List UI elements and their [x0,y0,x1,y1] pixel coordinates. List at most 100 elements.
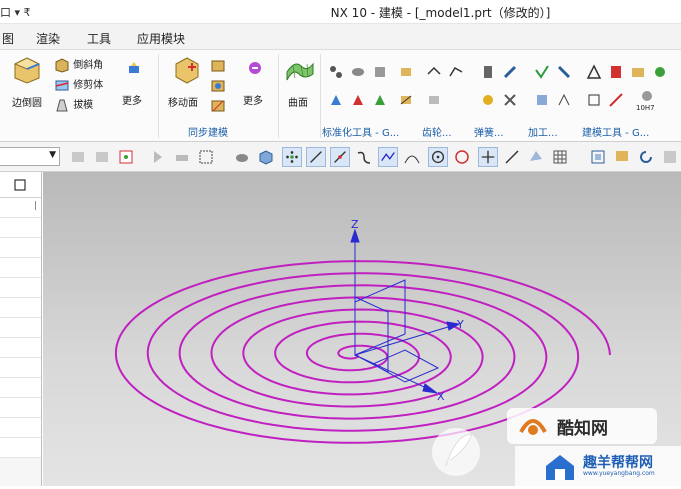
more-button-1[interactable]: 更多 [118,56,150,116]
quadrant-icon[interactable] [452,147,472,167]
std-tool-icon-8[interactable] [398,92,414,108]
grid-icon[interactable] [550,147,570,167]
machining-icon-3[interactable] [534,92,550,108]
cube-view-icon[interactable] [256,147,276,167]
move-face-button[interactable]: 移动面 [164,54,210,118]
draft-icon [56,99,68,112]
trim-body-icon [55,80,69,91]
machining-icon-1[interactable] [534,64,550,80]
group-sync-label: 同步建模 [188,128,228,139]
edge-blend-button[interactable]: 边倒圆 [8,54,48,114]
navigator-row[interactable]: | [0,198,41,218]
navigator-row[interactable] [0,218,41,238]
spring-icon-3[interactable] [480,92,496,108]
gear-icon-2[interactable] [448,64,464,80]
trim-body-button[interactable]: 修剪体 [54,76,103,93]
zoom-icon[interactable] [612,147,632,167]
tiny-label: 10H7 [636,104,655,112]
curve-point-icon[interactable] [354,147,374,167]
chamfer-button[interactable]: 倒斜角 [54,56,103,73]
navigator-row[interactable] [0,398,41,418]
mid-point-icon[interactable] [330,147,350,167]
sync-tool-icon-1[interactable] [210,58,226,74]
snap-icon[interactable] [116,147,136,167]
kuzhi-logo-icon [519,419,547,435]
edge-blend-icon [13,57,41,84]
snap-point-icon[interactable] [282,147,302,167]
surface-button[interactable]: 曲面 [282,54,318,118]
maximize-icon[interactable] [14,179,26,191]
group-gear-label: 齿轮... [422,128,452,139]
end-point-icon[interactable] [306,147,326,167]
menu-item-view[interactable]: 图 [2,30,14,47]
draft-button[interactable]: 拔模 [54,96,93,113]
intersection-icon[interactable] [378,147,398,167]
edge-blend-label: 边倒圆 [12,98,42,109]
navigator-row[interactable] [0,318,41,338]
std-tool-icon-6[interactable] [372,92,388,108]
spring-icon-4[interactable] [502,92,518,108]
x-axis-label: X [437,390,445,403]
spring-icon-2[interactable] [502,64,518,80]
sync-tool-icon-2[interactable] [210,78,226,94]
arc-center-icon[interactable] [428,147,448,167]
more-button-2[interactable]: 更多 [238,56,272,116]
std-tool-icon-2[interactable] [350,64,366,80]
pan-icon[interactable] [660,147,680,167]
std-tool-icon-7[interactable] [398,64,414,80]
trim-body-label: 修剪体 [73,80,104,91]
build-tool-icon-1[interactable] [586,64,602,80]
draft-label: 拔模 [73,100,94,111]
tangent-icon[interactable] [402,147,422,167]
machining-icon-2[interactable] [556,64,572,80]
build-tool-icon-5[interactable] [586,92,602,108]
build-tool-icon-2[interactable] [608,64,624,80]
navigator-row[interactable] [0,438,41,458]
build-tool-icon-4[interactable] [652,64,668,80]
rectangle-select-icon[interactable] [196,147,216,167]
menu-item-application[interactable]: 应用模块 [137,30,185,47]
machining-icon-4[interactable] [556,92,572,108]
filter-icon-1[interactable] [68,147,88,167]
gear-icon-1[interactable] [426,64,442,80]
build-tool-icon-6[interactable] [608,92,624,108]
shaded-view-icon[interactable] [232,147,252,167]
group-machining-label: 加工... [528,128,558,139]
window-title: NX 10 - 建模 - [_model1.prt（修改的）] [330,6,551,20]
std-tool-icon-3[interactable] [372,64,388,80]
sync-tool-icon-3[interactable] [210,98,226,114]
filter-icon-2[interactable] [92,147,112,167]
navigator-row[interactable] [0,278,41,298]
navigator-row[interactable] [0,238,41,258]
select-all-icon[interactable] [172,147,192,167]
existing-point-icon[interactable] [478,147,498,167]
build-tool-icon-3[interactable] [630,64,646,80]
std-tool-icon-5[interactable] [350,92,366,108]
y-axis-label: Y [456,318,464,331]
build-tool-button-7[interactable]: 10H7 [634,90,660,114]
spring-icon-1[interactable] [480,64,496,80]
point-on-curve-icon[interactable] [502,147,522,167]
std-tool-icon-4[interactable] [328,92,344,108]
rotate-icon[interactable] [636,147,656,167]
std-tool-icon-1[interactable] [328,64,344,80]
point-on-face-icon[interactable] [526,147,546,167]
navigator-row[interactable] [0,298,41,318]
navigator-row[interactable] [0,418,41,438]
menu-item-render[interactable]: 渲染 [36,30,60,47]
more-icon-1 [129,62,139,73]
gear-icon-3[interactable] [426,92,442,108]
fit-view-icon[interactable] [588,147,608,167]
navigator-row[interactable] [0,358,41,378]
navigator-row[interactable] [0,378,41,398]
chevron-down-icon: ▼ [49,150,56,160]
navigator-row[interactable] [0,258,41,278]
chamfer-label: 倒斜角 [73,60,104,71]
x-axis-arrow [422,383,438,394]
menu-item-tools[interactable]: 工具 [87,30,111,47]
selection-mode-icon[interactable] [148,147,168,167]
group-spring-label: 弹簧... [474,128,504,139]
type-filter-dropdown[interactable]: ▼ [0,147,60,166]
navigator-row[interactable] [0,338,41,358]
watermark-yueyang-text: 趣羊帮帮网 [583,455,653,471]
